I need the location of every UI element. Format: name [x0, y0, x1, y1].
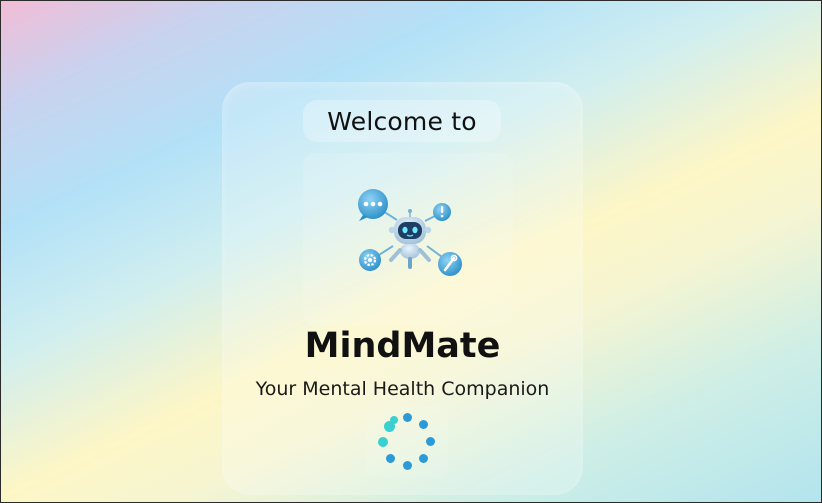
spinner-dot [419, 420, 428, 429]
spinner-dot [403, 413, 412, 422]
spinner-dot [390, 416, 398, 424]
welcome-heading: Welcome to [303, 100, 501, 142]
spinner-dot [426, 437, 435, 446]
loading-spinner-icon [366, 405, 448, 477]
spinner-dot [403, 461, 412, 470]
app-name: MindMate [304, 326, 501, 366]
robot-mascot-icon [358, 189, 462, 276]
logo-container [303, 153, 513, 325]
app-tagline: Your Mental Health Companion [255, 378, 550, 400]
spinner-dot [378, 437, 388, 447]
spinner-dot [419, 454, 428, 463]
spinner-dot [386, 454, 395, 463]
